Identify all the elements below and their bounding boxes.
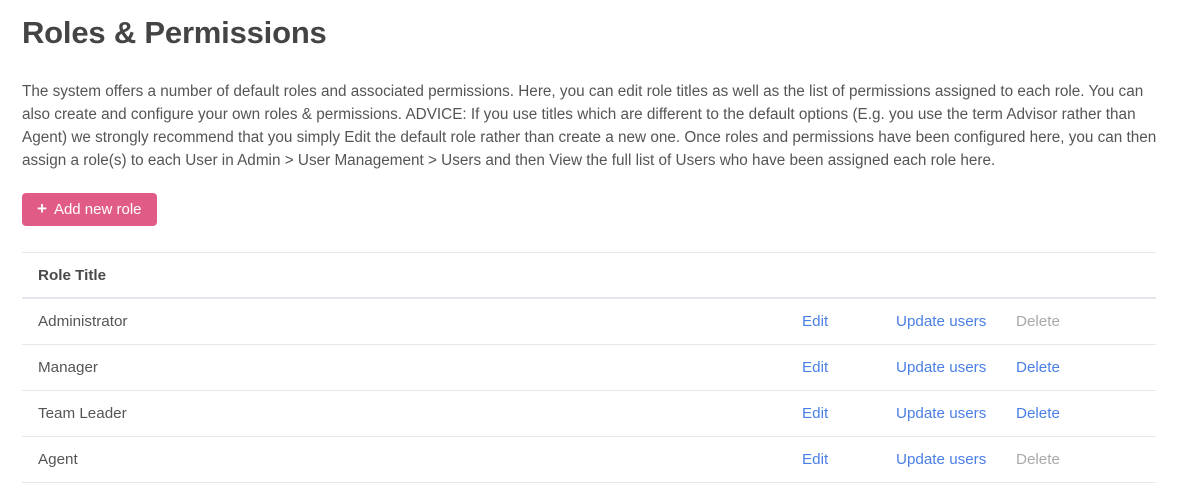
table-row: Team Leader EditUpdate usersDelete xyxy=(22,391,1156,437)
action-edit-link[interactable]: Edit xyxy=(802,405,896,422)
column-header-actions xyxy=(589,253,1156,299)
role-actions-cell: EditUpdate usersDelete xyxy=(589,391,1156,437)
plus-icon: + xyxy=(37,200,47,217)
action-edit-link[interactable]: Edit xyxy=(802,451,896,468)
role-title-cell: Team Leader xyxy=(22,391,589,437)
action-update-users-link[interactable]: Update users xyxy=(896,451,1016,468)
role-title-cell: Administrator xyxy=(22,298,589,345)
action-update-users-link[interactable]: Update users xyxy=(896,405,1016,422)
action-update-users-link[interactable]: Update users xyxy=(896,313,1016,330)
action-delete-link: Delete xyxy=(1016,451,1156,468)
role-title-cell: Agent xyxy=(22,437,589,483)
action-delete-link[interactable]: Delete xyxy=(1016,405,1156,422)
column-header-role-title: Role Title xyxy=(22,253,589,299)
table-row: Administrator EditUpdate usersDelete xyxy=(22,298,1156,345)
role-actions-cell: EditUpdate usersDelete xyxy=(589,298,1156,345)
roles-permissions-page: Roles & Permissions The system offers a … xyxy=(0,0,1178,483)
role-actions: EditUpdate usersDelete xyxy=(802,313,1156,330)
roles-table-body: AdministratorEditUpdate usersDeleteManag… xyxy=(22,298,1156,483)
intro-paragraph: The system offers a number of default ro… xyxy=(22,53,1158,172)
role-actions: EditUpdate usersDelete xyxy=(802,359,1156,376)
roles-table-head: Role Title xyxy=(22,253,1156,299)
action-delete-link: Delete xyxy=(1016,313,1156,330)
add-new-role-button[interactable]: + Add new role xyxy=(22,193,157,226)
page-title: Roles & Permissions xyxy=(22,0,1156,53)
roles-table: Role Title AdministratorEditUpdate users… xyxy=(22,252,1156,483)
role-title-cell: Manager xyxy=(22,345,589,391)
action-delete-link[interactable]: Delete xyxy=(1016,359,1156,376)
add-new-role-label: Add new role xyxy=(54,193,142,226)
role-actions: EditUpdate usersDelete xyxy=(802,405,1156,422)
action-edit-link[interactable]: Edit xyxy=(802,359,896,376)
action-edit-link[interactable]: Edit xyxy=(802,313,896,330)
toolbar: + Add new role xyxy=(22,172,1156,226)
table-row: Agent EditUpdate usersDelete xyxy=(22,437,1156,483)
action-update-users-link[interactable]: Update users xyxy=(896,359,1016,376)
table-row: Manager EditUpdate usersDelete xyxy=(22,345,1156,391)
role-actions: EditUpdate usersDelete xyxy=(802,451,1156,468)
table-header-row: Role Title xyxy=(22,253,1156,299)
role-actions-cell: EditUpdate usersDelete xyxy=(589,345,1156,391)
role-actions-cell: EditUpdate usersDelete xyxy=(589,437,1156,483)
